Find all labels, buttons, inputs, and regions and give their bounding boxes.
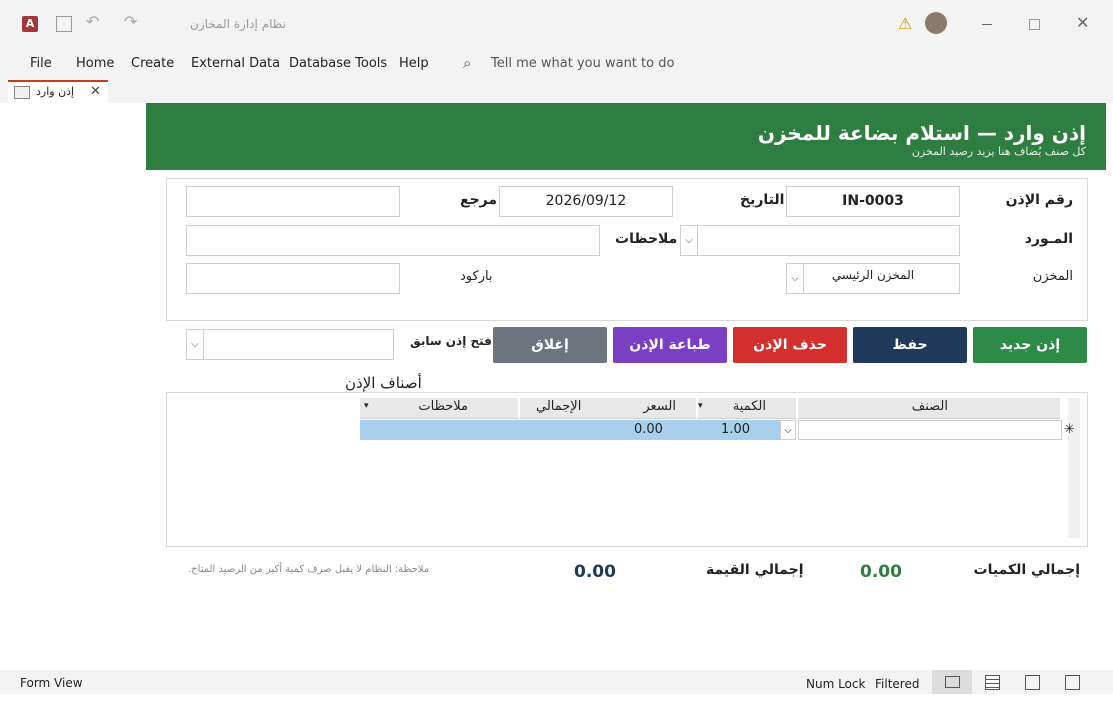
form-subtitle: كل صنف يُضاف هنا يزيد رصيد المخزن (911, 145, 1086, 158)
permit-no-value: IN-0003 (842, 193, 904, 209)
supplier-combo[interactable]: ⌵ (680, 225, 960, 256)
items-title: أصناف الإذن (345, 374, 422, 392)
total-value-label: إجمالي القيمة (706, 562, 804, 578)
status-filtered: Filtered (875, 677, 920, 691)
title-bar: A ↶ ↷ نظام إدارة المخازن ⚠ ✕ (0, 0, 1113, 50)
notes-field[interactable] (186, 225, 600, 256)
barcode-field[interactable] (186, 263, 400, 294)
column-qty[interactable]: الكمية ▾ (698, 398, 796, 419)
column-notes[interactable]: ملاحظات ▾ (360, 398, 518, 419)
date-value: 2026/09/12 (545, 193, 627, 209)
ref-field[interactable] (186, 186, 400, 217)
close-tab-icon[interactable]: ✕ (90, 84, 101, 99)
save-button[interactable]: حفظ (853, 327, 967, 363)
menu-home[interactable]: Home (76, 56, 114, 71)
cell-price-value: 0.00 (634, 422, 663, 437)
menu-create[interactable]: Create (131, 56, 174, 71)
undo-icon[interactable]: ↶ (86, 12, 99, 31)
menu-external-data[interactable]: External Data (191, 56, 280, 71)
column-item-label: الصنف (911, 399, 948, 414)
search-icon[interactable]: ⌕ (463, 54, 471, 72)
column-menu-icon[interactable]: ▾ (698, 401, 703, 411)
close-button[interactable]: إغلاق (493, 327, 607, 363)
total-qty-label: إجمالي الكميات (973, 562, 1080, 578)
notes-label: ملاحظات (615, 231, 678, 247)
permit-no-label: رقم الإذن (1005, 192, 1073, 208)
menu-file[interactable]: File (30, 56, 52, 71)
open-prev-combo[interactable]: ⌵ (186, 329, 394, 360)
cell-qty[interactable]: 1.00 (698, 420, 780, 440)
column-qty-label: الكمية (732, 399, 766, 414)
warehouse-label: المخزن (1032, 269, 1073, 284)
footer-note: ملاحظة: النظام لا يقبل صرف كمية أكبر من … (188, 564, 430, 575)
tell-me-input[interactable]: Tell me what you want to do (491, 56, 674, 71)
tab-label: إذن وارد (36, 85, 75, 98)
ref-label: مرجع (460, 192, 498, 208)
cell-price[interactable]: 0.00 (360, 420, 698, 440)
cell-qty-value: 1.00 (721, 422, 750, 437)
close-window-icon[interactable]: ✕ (1076, 13, 1089, 32)
menu-help[interactable]: Help (399, 56, 429, 71)
redo-icon[interactable]: ↷ (124, 12, 137, 31)
new-record-icon: ✳ (1064, 422, 1075, 437)
column-menu-icon[interactable]: ▾ (364, 401, 369, 411)
print-permit-button[interactable]: طباعة الإذن (613, 327, 727, 363)
total-value-value: 0.00 (574, 562, 616, 582)
menu-database-tools[interactable]: Database Tools (289, 56, 387, 71)
date-field[interactable]: 2026/09/12 (499, 186, 673, 217)
maximize-icon[interactable] (1029, 19, 1040, 30)
delete-permit-button[interactable]: حذف الإذن (733, 327, 847, 363)
column-item[interactable]: الصنف ▾ (786, 398, 1060, 419)
supplier-label: المـورد (1024, 231, 1073, 247)
tab-incoming-permit[interactable]: إذن وارد ✕ (8, 80, 108, 103)
ribbon-menu: File Home Create External Data Database … (0, 50, 1113, 78)
form-icon (14, 86, 30, 99)
permit-no-field[interactable]: IN-0003 (786, 186, 960, 217)
window-title: نظام إدارة المخازن (190, 17, 286, 31)
warning-icon[interactable]: ⚠ (898, 14, 912, 33)
layout-view-icon[interactable] (1025, 675, 1040, 690)
document-tabs (0, 78, 1113, 103)
design-view-icon[interactable] (1065, 675, 1080, 690)
status-numlock: Num Lock (806, 677, 866, 691)
form-title: إذن وارد — استلام بضاعة للمخزن (757, 121, 1086, 145)
access-logo-icon: A (22, 16, 38, 32)
chevron-down-icon[interactable]: ⌵ (187, 330, 204, 359)
warehouse-combo[interactable]: ⌵ المخزن الرئيسي (786, 263, 960, 294)
column-price[interactable]: السعر ▾ الإجمالي (510, 398, 696, 419)
cell-item[interactable] (798, 420, 1062, 440)
datasheet-view-icon[interactable] (985, 675, 1000, 690)
open-prev-label: فتح إذن سابق (410, 334, 492, 348)
status-bar: Form View Num Lock Filtered (0, 670, 1113, 694)
column-notes-label: ملاحظات (418, 399, 468, 414)
save-icon[interactable] (56, 16, 72, 32)
minimize-icon[interactable] (982, 24, 992, 25)
form-view-icon[interactable] (932, 670, 972, 694)
avatar[interactable] (925, 12, 947, 34)
scrollbar[interactable] (1068, 398, 1080, 538)
table-row[interactable]: ⌵ 1.00 0.00 (360, 420, 1062, 440)
warehouse-value: المخزن الرئيسي (831, 268, 915, 282)
date-label: التاريخ (740, 192, 785, 208)
barcode-label: باركود (460, 269, 493, 284)
status-view: Form View (20, 676, 83, 690)
new-permit-button[interactable]: إذن جديد (973, 327, 1087, 363)
form-header: إذن وارد — استلام بضاعة للمخزن كل صنف يُ… (146, 103, 1106, 170)
column-total-label: الإجمالي (536, 399, 582, 414)
chevron-down-icon[interactable]: ⌵ (681, 226, 698, 255)
column-price-label: السعر (643, 399, 676, 414)
total-qty-value: 0.00 (860, 562, 902, 582)
chevron-down-icon[interactable]: ⌵ (780, 420, 796, 440)
